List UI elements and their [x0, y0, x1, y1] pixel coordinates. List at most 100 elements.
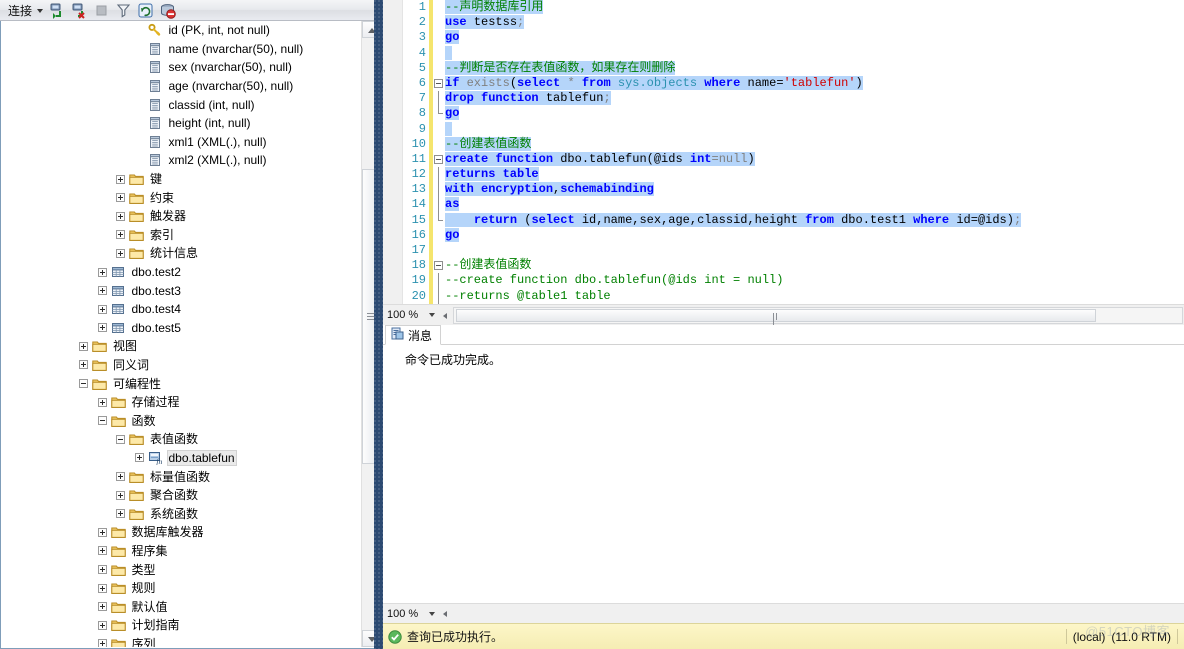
expand-plus-icon[interactable]	[97, 286, 107, 296]
tree-node[interactable]: dbo.test2	[1, 263, 359, 282]
tree-node[interactable]: 存储过程	[1, 393, 359, 412]
code-line[interactable]	[445, 121, 1184, 137]
expand-plus-icon[interactable]	[116, 211, 125, 221]
expand-plus-icon[interactable]	[116, 472, 125, 482]
expand-plus-icon[interactable]	[116, 174, 125, 184]
tree-node[interactable]: 视图	[1, 337, 359, 356]
tree-node[interactable]: xml1 (XML(.), null)	[1, 133, 359, 152]
scrollbar-thumb[interactable]	[456, 308, 1096, 327]
editor-zoom-selector[interactable]: 100 %	[384, 305, 440, 325]
stop-refresh-icon[interactable]	[158, 1, 177, 20]
outlining-collapse-box[interactable]	[433, 152, 445, 167]
tree-node[interactable]: fn dbo.tablefun	[1, 449, 359, 468]
expand-plus-icon[interactable]	[97, 527, 107, 537]
connect-icon[interactable]	[48, 1, 67, 20]
editor-hscroll-left-arrow[interactable]	[440, 307, 453, 324]
tree-node[interactable]: height (int, null)	[1, 114, 359, 133]
connect-menu-button[interactable]: 连接	[4, 1, 45, 20]
filter-icon[interactable]	[114, 1, 133, 20]
tree-node[interactable]: 表值函数	[1, 430, 359, 449]
code-line[interactable]: go	[445, 106, 1184, 121]
code-line[interactable]	[445, 243, 1184, 258]
editor-outlining-margin[interactable]	[433, 0, 445, 304]
pane-splitter[interactable]	[374, 0, 383, 649]
outlining-collapse-box[interactable]	[433, 258, 445, 273]
results-hscroll-left-arrow[interactable]	[440, 605, 453, 622]
tree-node[interactable]: 函数	[1, 411, 359, 430]
expand-plus-icon[interactable]	[97, 267, 107, 277]
editor-horizontal-scrollbar[interactable]	[453, 306, 1183, 327]
code-line[interactable]: --创建表值函数	[445, 136, 1184, 152]
code-line[interactable]: --声明数据库引用	[445, 0, 1184, 15]
code-line[interactable]: return (select id,name,sex,age,classid,h…	[445, 212, 1184, 228]
code-line[interactable]: --returns @table1 table	[445, 289, 1184, 304]
tree-node[interactable]: 默认值	[1, 597, 359, 616]
tab-messages[interactable]: 消息	[385, 325, 442, 345]
code-line[interactable]: go	[445, 30, 1184, 45]
tree-node[interactable]: 可编程性	[1, 374, 359, 393]
code-line[interactable]	[445, 45, 1184, 61]
code-line[interactable]: --创建表值函数	[445, 258, 1184, 273]
tree-node[interactable]: xml2 (XML(.), null)	[1, 151, 359, 170]
code-line[interactable]: with encryption,schemabinding	[445, 182, 1184, 197]
code-line[interactable]: returns table	[445, 167, 1184, 182]
expand-plus-icon[interactable]	[97, 323, 107, 333]
object-explorer-tree[interactable]: id (PK, int, not null) name (nvarchar(50)…	[1, 21, 359, 647]
tree-node[interactable]: 计划指南	[1, 616, 359, 635]
expand-plus-icon[interactable]	[116, 509, 125, 519]
tree-node[interactable]: 聚合函数	[1, 486, 359, 505]
expand-plus-icon[interactable]	[116, 193, 125, 203]
editor-code-area[interactable]: --声明数据库引用 use testss; go --判断是否存在表值函数，如果存在…	[445, 0, 1184, 304]
tree-node[interactable]: 类型	[1, 560, 359, 579]
tree-node[interactable]: 索引	[1, 226, 359, 245]
results-zoom-selector[interactable]: 100 %	[384, 604, 440, 623]
tree-node[interactable]: dbo.test5	[1, 319, 359, 338]
code-line[interactable]: create function dbo.tablefun(@ids int=nu…	[445, 151, 1184, 167]
tree-node[interactable]: dbo.test4	[1, 300, 359, 319]
expand-plus-icon[interactable]	[97, 565, 107, 575]
tree-node[interactable]: 同义词	[1, 356, 359, 375]
expand-plus-icon[interactable]	[116, 230, 125, 240]
expand-plus-icon[interactable]	[97, 639, 107, 647]
sql-editor[interactable]: 123456789101112131415161718192021 --声明数据…	[383, 0, 1184, 304]
code-line[interactable]: as	[445, 197, 1184, 212]
refresh-icon[interactable]	[136, 1, 155, 20]
code-line[interactable]: --create function dbo.tablefun(@ids int …	[445, 273, 1184, 288]
tree-node[interactable]: dbo.test3	[1, 281, 359, 300]
disconnect-icon[interactable]	[70, 1, 89, 20]
tree-node[interactable]: 系统函数	[1, 504, 359, 523]
tree-node[interactable]: 程序集	[1, 542, 359, 561]
tree-node[interactable]: 约束	[1, 188, 359, 207]
tree-node[interactable]: 序列	[1, 635, 359, 647]
expand-plus-icon[interactable]	[97, 546, 107, 556]
collapse-minus-icon[interactable]	[116, 434, 125, 444]
code-line[interactable]: go	[445, 227, 1184, 243]
tree-node[interactable]: 规则	[1, 579, 359, 598]
tree-node[interactable]: id (PK, int, not null)	[1, 21, 359, 40]
tree-node[interactable]: name (nvarchar(50), null)	[1, 40, 359, 59]
outlining-collapse-box[interactable]	[433, 76, 445, 91]
code-line[interactable]: drop function tablefun;	[445, 91, 1184, 106]
tree-node[interactable]: 统计信息	[1, 244, 359, 263]
tree-node[interactable]: 触发器	[1, 207, 359, 226]
code-line[interactable]: use testss;	[445, 15, 1184, 30]
tree-node[interactable]: age (nvarchar(50), null)	[1, 77, 359, 96]
expand-plus-icon[interactable]	[116, 248, 125, 258]
tree-node[interactable]: 数据库触发器	[1, 523, 359, 542]
expand-plus-icon[interactable]	[97, 304, 107, 314]
expand-plus-icon[interactable]	[97, 620, 107, 630]
tree-node[interactable]: classid (int, null)	[1, 95, 359, 114]
expand-plus-icon[interactable]	[97, 583, 107, 593]
expand-plus-icon[interactable]	[79, 341, 88, 351]
code-line[interactable]: if exists(select * from sys.objects wher…	[445, 75, 1184, 91]
expand-plus-icon[interactable]	[134, 453, 144, 463]
collapse-minus-icon[interactable]	[97, 416, 107, 426]
tree-node[interactable]: 标量值函数	[1, 467, 359, 486]
tree-node[interactable]: 键	[1, 170, 359, 189]
expand-plus-icon[interactable]	[79, 360, 88, 370]
expand-plus-icon[interactable]	[97, 602, 107, 612]
code-line[interactable]: --判断是否存在表值函数，如果存在则删除	[445, 60, 1184, 76]
expand-plus-icon[interactable]	[97, 397, 107, 407]
expand-plus-icon[interactable]	[116, 490, 125, 500]
tree-node[interactable]: sex (nvarchar(50), null)	[1, 58, 359, 77]
